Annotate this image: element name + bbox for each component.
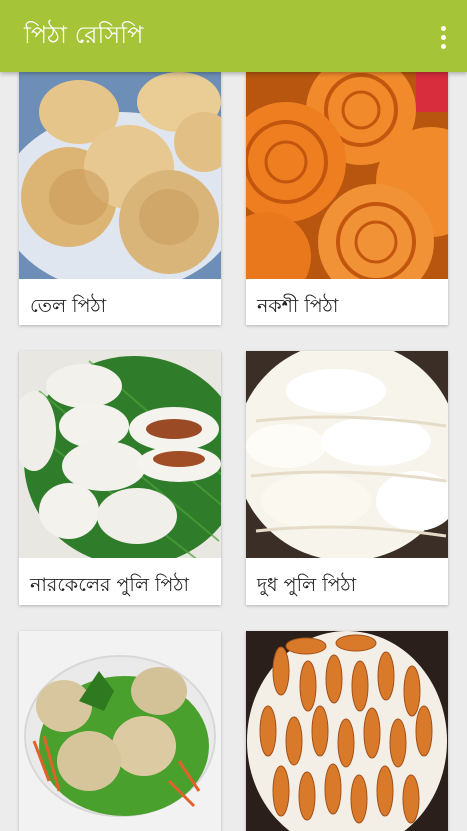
recipe-image-6	[246, 631, 448, 831]
recipe-label: নারকেলের পুলি পিঠা	[30, 574, 190, 596]
recipe-card-narkeler-puli-pitha[interactable]: নারকেলের পুলি পিঠা	[19, 351, 221, 605]
recipe-image-narkeler-puli-pitha	[19, 351, 221, 558]
recipe-grid: তেল পিঠা নকশী পিঠা নারকেলের পুলি পিঠা দু…	[0, 0, 467, 831]
recipe-image-nokshi-pitha	[246, 72, 448, 279]
more-vertical-icon-dot	[440, 34, 446, 40]
app-title: পিঠা রেসিপি	[24, 21, 144, 49]
recipe-card-6[interactable]	[246, 631, 448, 831]
recipe-image-tel-pitha	[19, 72, 221, 279]
recipe-label: তেল পিঠা	[30, 295, 107, 317]
more-vertical-icon-dot	[440, 43, 446, 49]
recipe-image-5	[19, 631, 221, 831]
recipe-label: দুধ পুলি পিঠা	[257, 574, 357, 596]
recipe-card-tel-pitha[interactable]: তেল পিঠা	[19, 72, 221, 325]
app-bar: পিঠা রেসিপি	[0, 0, 467, 72]
recipe-card-5[interactable]	[19, 631, 221, 831]
more-options-button[interactable]	[433, 22, 453, 52]
more-vertical-icon	[440, 25, 446, 31]
recipe-image-dudh-puli-pitha	[246, 351, 448, 558]
recipe-label: নকশী পিঠা	[257, 295, 339, 317]
recipe-card-dudh-puli-pitha[interactable]: দুধ পুলি পিঠা	[246, 351, 448, 605]
recipe-card-nokshi-pitha[interactable]: নকশী পিঠা	[246, 72, 448, 325]
